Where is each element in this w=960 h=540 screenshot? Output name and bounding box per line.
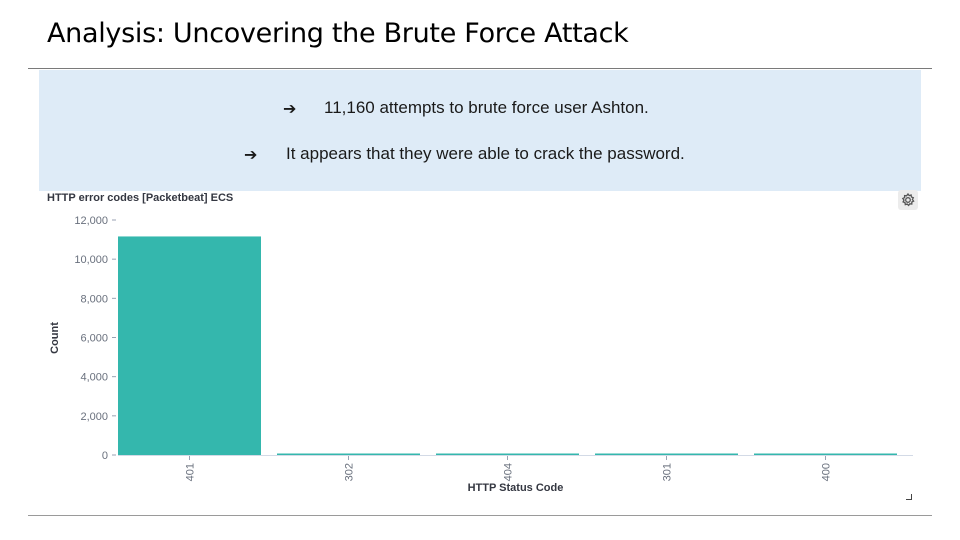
x-axis-label: HTTP Status Code (468, 482, 564, 494)
bar-301 (595, 453, 738, 455)
y-tick-label: 0 (102, 450, 108, 462)
y-tick-label: 6,000 (80, 333, 108, 345)
x-tick-label: 404 (503, 463, 515, 481)
bar-302 (277, 453, 420, 455)
bar-400 (754, 453, 897, 455)
y-axis-label: Count (49, 322, 61, 354)
y-tick-label: 8,000 (80, 293, 108, 305)
bar-404 (436, 453, 579, 455)
y-tick-label: 4,000 (80, 372, 108, 384)
x-tick-label: 401 (185, 463, 197, 481)
x-tick-label: 400 (821, 463, 833, 481)
resize-handle[interactable] (906, 494, 912, 500)
y-tick-label: 2,000 (80, 411, 108, 423)
bar-401 (118, 236, 261, 455)
bar-chart: 0 2,000 4,000 6,000 8,000 10,000 12,000 Count 40… (49, 215, 913, 494)
x-tick-label: 302 (344, 463, 356, 481)
y-tick-label: 12,000 (74, 215, 108, 227)
y-tick-label: 10,000 (74, 254, 108, 266)
footer-divider (28, 515, 932, 516)
x-tick-label: 301 (662, 463, 674, 481)
